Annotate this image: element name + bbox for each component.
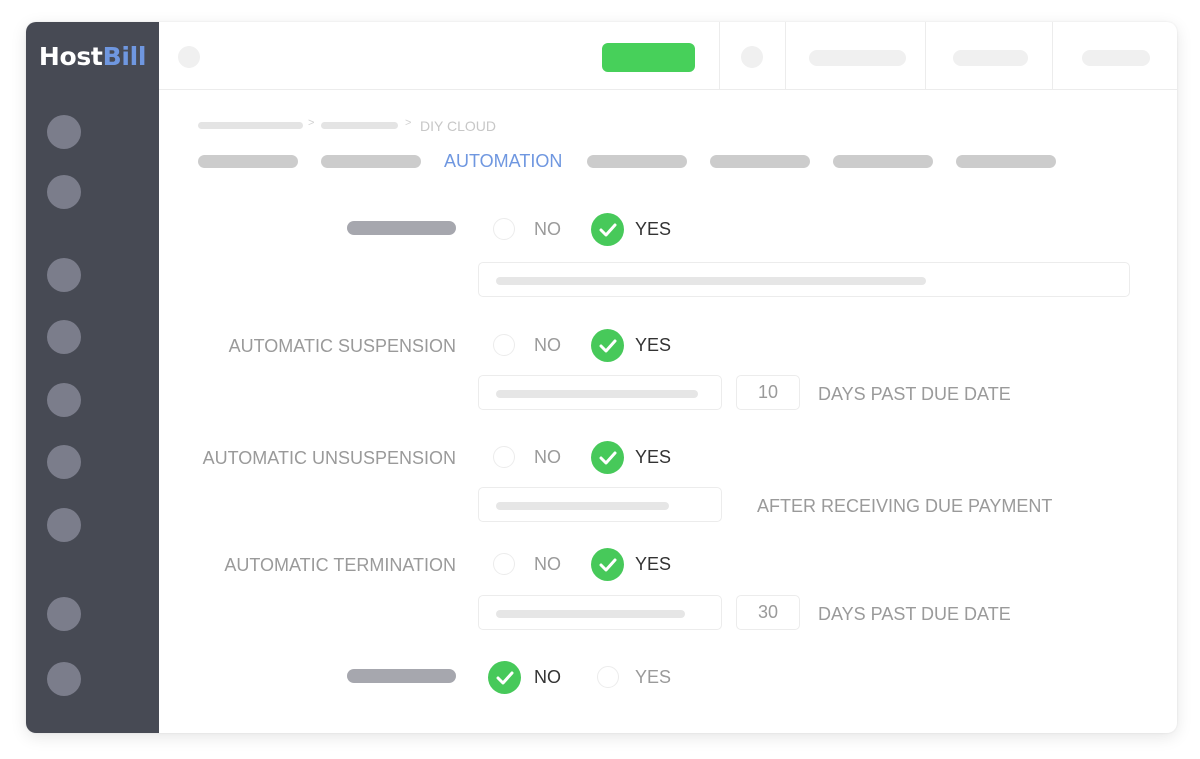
option-no-label: NO bbox=[534, 335, 561, 356]
divider bbox=[719, 22, 720, 90]
sidebar-item-7-icon[interactable] bbox=[47, 508, 81, 542]
text-field[interactable] bbox=[478, 262, 1130, 297]
option-yes-label: YES bbox=[635, 554, 671, 575]
breadcrumb-separator: > bbox=[405, 117, 411, 129]
setting-label bbox=[347, 221, 456, 235]
breadcrumb-item-1[interactable] bbox=[198, 122, 303, 129]
option-no-label: NO bbox=[534, 219, 561, 240]
sidebar-item-2-icon[interactable] bbox=[47, 175, 81, 209]
sidebar-item-9-icon[interactable] bbox=[47, 662, 81, 696]
divider bbox=[925, 22, 926, 90]
select-field[interactable] bbox=[478, 487, 722, 522]
field-placeholder bbox=[496, 502, 669, 510]
sidebar-item-1-icon[interactable] bbox=[47, 115, 81, 149]
radio-yes-checked[interactable] bbox=[591, 213, 624, 246]
option-yes-label: YES bbox=[635, 219, 671, 240]
check-icon bbox=[599, 451, 617, 465]
notification-icon[interactable] bbox=[741, 46, 763, 68]
check-icon bbox=[599, 223, 617, 237]
radio-no[interactable] bbox=[493, 446, 515, 468]
days-input[interactable]: 10 bbox=[736, 375, 800, 410]
field-placeholder bbox=[496, 390, 698, 398]
check-icon bbox=[599, 558, 617, 572]
logo-host: Host bbox=[39, 42, 103, 71]
breadcrumb-separator: > bbox=[308, 117, 314, 129]
setting-label bbox=[347, 669, 456, 683]
tab-7[interactable] bbox=[956, 155, 1056, 168]
tab-4[interactable] bbox=[587, 155, 687, 168]
logo-bill: Bill bbox=[103, 42, 147, 71]
logo[interactable]: HostBill bbox=[26, 42, 159, 71]
option-yes-label: YES bbox=[635, 335, 671, 356]
tab-5[interactable] bbox=[710, 155, 810, 168]
select-field[interactable] bbox=[478, 375, 722, 410]
setting-label: AUTOMATIC SUSPENSION bbox=[229, 336, 456, 357]
breadcrumb-current: DIY CLOUD bbox=[420, 118, 496, 134]
days-suffix: DAYS PAST DUE DATE bbox=[818, 384, 1011, 405]
field-placeholder bbox=[496, 277, 926, 285]
sidebar-item-3-icon[interactable] bbox=[47, 258, 81, 292]
check-icon bbox=[599, 339, 617, 353]
radio-yes-checked[interactable] bbox=[591, 548, 624, 581]
sidebar-item-4-icon[interactable] bbox=[47, 320, 81, 354]
top-menu-item-1[interactable] bbox=[809, 50, 906, 66]
sidebar-item-6-icon[interactable] bbox=[47, 445, 81, 479]
radio-no[interactable] bbox=[493, 218, 515, 240]
field-placeholder bbox=[496, 610, 685, 618]
radio-yes-checked[interactable] bbox=[591, 329, 624, 362]
radio-no-checked[interactable] bbox=[488, 661, 521, 694]
menu-toggle-icon[interactable] bbox=[178, 46, 200, 68]
setting-label: AUTOMATIC TERMINATION bbox=[224, 555, 456, 576]
option-no-label: NO bbox=[534, 554, 561, 575]
radio-yes[interactable] bbox=[597, 666, 619, 688]
sidebar-item-5-icon[interactable] bbox=[47, 383, 81, 417]
app-window: HostBill > > DIY CLOUD AUTOMATION bbox=[26, 22, 1177, 733]
tab-1[interactable] bbox=[198, 155, 298, 168]
option-yes-label: YES bbox=[635, 667, 671, 688]
top-menu-item-2[interactable] bbox=[953, 50, 1028, 66]
divider bbox=[785, 22, 786, 90]
days-suffix: DAYS PAST DUE DATE bbox=[818, 604, 1011, 625]
sidebar: HostBill bbox=[26, 22, 159, 733]
primary-action-button[interactable] bbox=[602, 43, 695, 72]
tab-automation[interactable]: AUTOMATION bbox=[444, 151, 562, 172]
radio-no[interactable] bbox=[493, 553, 515, 575]
radio-yes-checked[interactable] bbox=[591, 441, 624, 474]
check-icon bbox=[496, 671, 514, 685]
unsuspension-suffix: AFTER RECEIVING DUE PAYMENT bbox=[757, 496, 1052, 517]
tab-6[interactable] bbox=[833, 155, 933, 168]
breadcrumb-item-2[interactable] bbox=[321, 122, 398, 129]
option-no-label: NO bbox=[534, 447, 561, 468]
option-yes-label: YES bbox=[635, 447, 671, 468]
top-menu-item-3[interactable] bbox=[1082, 50, 1150, 66]
days-input[interactable]: 30 bbox=[736, 595, 800, 630]
top-bar bbox=[159, 22, 1177, 90]
select-field[interactable] bbox=[478, 595, 722, 630]
option-no-label: NO bbox=[534, 667, 561, 688]
divider bbox=[1052, 22, 1053, 90]
sidebar-item-8-icon[interactable] bbox=[47, 597, 81, 631]
radio-no[interactable] bbox=[493, 334, 515, 356]
tab-2[interactable] bbox=[321, 155, 421, 168]
setting-label: AUTOMATIC UNSUSPENSION bbox=[203, 448, 456, 469]
